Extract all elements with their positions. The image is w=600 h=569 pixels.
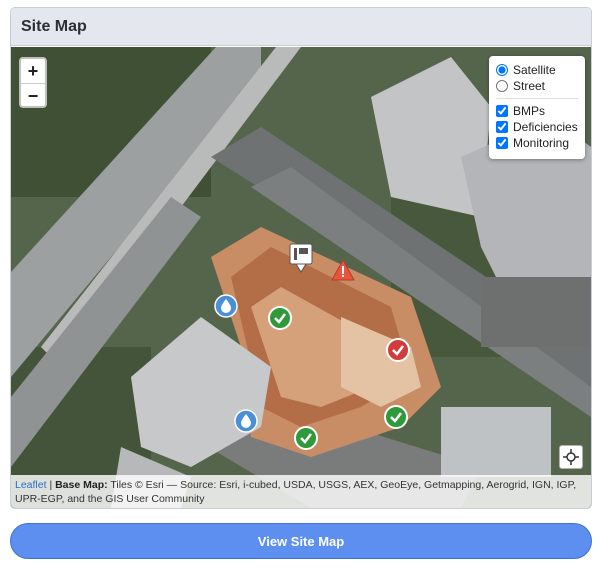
- attribution-separator: |: [46, 479, 56, 491]
- check-marker-icon[interactable]: [384, 405, 408, 434]
- zoom-out-button[interactable]: −: [21, 83, 45, 106]
- street-radio[interactable]: [496, 80, 508, 92]
- satellite-radio[interactable]: [496, 64, 508, 76]
- bmps-label: BMPs: [513, 104, 546, 118]
- check-marker-icon[interactable]: [268, 306, 292, 335]
- locate-button[interactable]: [559, 445, 583, 469]
- deficiencies-checkbox[interactable]: [496, 121, 508, 133]
- layer-control: Satellite Street BMPs Deficiencies Monit…: [489, 56, 585, 159]
- deficiencies-label: Deficiencies: [513, 120, 578, 134]
- view-site-map-button[interactable]: View Site Map: [10, 523, 592, 559]
- water-drop-marker-icon[interactable]: [214, 294, 238, 323]
- monitoring-checkbox[interactable]: [496, 137, 508, 149]
- map-viewport[interactable]: + − Satellite Street BMPs Deficiencies M…: [11, 47, 591, 508]
- crosshair-icon: [563, 449, 579, 465]
- monitoring-label: Monitoring: [513, 136, 570, 150]
- water-drop-marker-icon[interactable]: [234, 409, 258, 438]
- street-label: Street: [513, 79, 546, 93]
- layer-divider: [496, 98, 578, 99]
- card-title: Site Map: [21, 17, 87, 35]
- base-layer-street[interactable]: Street: [496, 78, 578, 94]
- overlay-monitoring[interactable]: Monitoring: [496, 135, 578, 151]
- overlay-bmps[interactable]: BMPs: [496, 103, 578, 119]
- check-marker-icon[interactable]: [294, 426, 318, 455]
- deficiency-marker-icon[interactable]: [386, 338, 410, 367]
- bmps-checkbox[interactable]: [496, 105, 508, 117]
- satellite-label: Satellite: [513, 63, 556, 77]
- zoom-control: + −: [19, 57, 47, 108]
- site-sign-marker-icon[interactable]: [289, 243, 313, 278]
- map-attribution: Leaflet | Base Map: Tiles © Esri — Sourc…: [11, 475, 591, 508]
- leaflet-link[interactable]: Leaflet: [15, 479, 47, 491]
- zoom-in-button[interactable]: +: [21, 59, 45, 83]
- card-header: Site Map: [11, 8, 591, 46]
- warning-marker-icon[interactable]: [331, 258, 355, 286]
- overlay-deficiencies[interactable]: Deficiencies: [496, 119, 578, 135]
- site-map-card: Site Map + − Satellite Street BMPs Defic…: [10, 7, 592, 509]
- base-map-label: Base Map:: [55, 479, 108, 491]
- base-layer-satellite[interactable]: Satellite: [496, 62, 578, 78]
